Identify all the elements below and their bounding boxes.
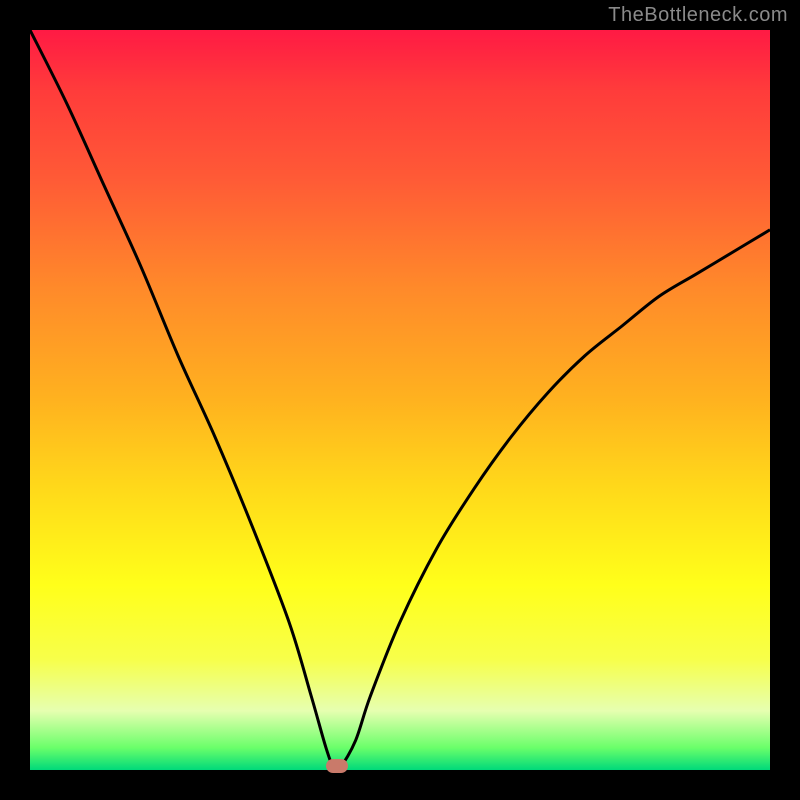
- minimum-marker: [326, 759, 348, 773]
- curve-path: [30, 30, 770, 769]
- chart-frame: TheBottleneck.com: [0, 0, 800, 800]
- plot-area: [30, 30, 770, 770]
- bottleneck-curve: [30, 30, 770, 770]
- watermark-text: TheBottleneck.com: [608, 4, 788, 27]
